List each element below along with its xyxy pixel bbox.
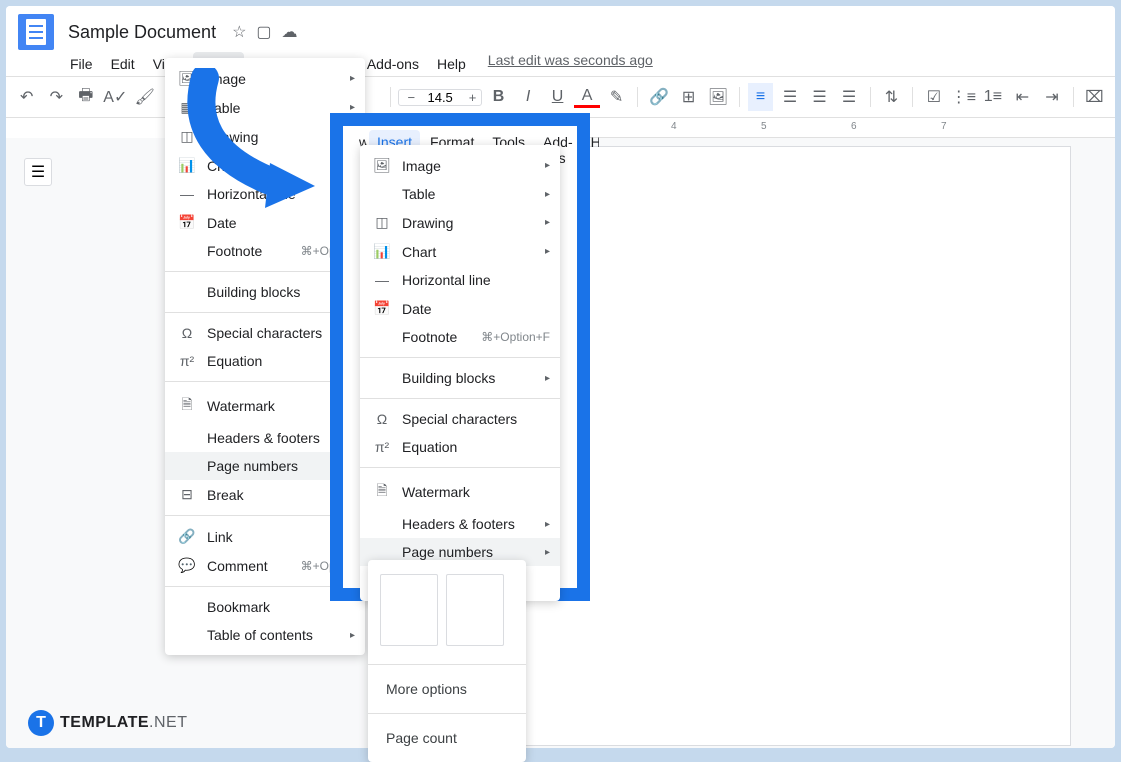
- underline-icon[interactable]: U: [545, 83, 571, 111]
- menu-file[interactable]: File: [62, 52, 101, 76]
- image-icon: 🖼: [372, 157, 392, 174]
- chevron-right-icon: ▸: [545, 217, 550, 228]
- checklist-icon[interactable]: ☑: [921, 83, 947, 111]
- print-icon[interactable]: 🖶: [73, 83, 99, 111]
- link-icon: 🔗: [177, 528, 197, 545]
- align-left-icon[interactable]: ≡: [748, 83, 774, 111]
- move-icon[interactable]: ▢: [256, 22, 271, 42]
- redo-icon[interactable]: ↷: [44, 83, 70, 111]
- page-numbers-submenu: More options Page count: [368, 560, 526, 762]
- font-decrease-icon[interactable]: −: [399, 90, 419, 105]
- insert-toc[interactable]: Table of contents▸: [165, 621, 365, 649]
- chevron-right-icon: ▸: [545, 189, 550, 200]
- chevron-right-icon: ▸: [545, 373, 550, 384]
- insert2-table[interactable]: Table▸: [360, 180, 560, 208]
- page-count[interactable]: Page count: [368, 720, 526, 756]
- watermark-icon: 🗎: [372, 480, 392, 504]
- insert2-image[interactable]: 🖼Image▸: [360, 151, 560, 180]
- image-icon[interactable]: 🖼: [705, 83, 731, 111]
- insert2-date[interactable]: 📅Date: [360, 294, 560, 323]
- insert2-headers[interactable]: Headers & footers▸: [360, 510, 560, 538]
- align-right-icon[interactable]: ☰: [807, 83, 833, 111]
- insert2-footnote[interactable]: Footnote⌘+Option+F: [360, 323, 560, 351]
- pi-icon: π²: [177, 353, 197, 369]
- omega-icon: Ω: [372, 411, 392, 427]
- more-options[interactable]: More options: [368, 671, 526, 707]
- bold-icon[interactable]: B: [486, 83, 512, 111]
- drawing-icon: ◫: [372, 214, 392, 231]
- chart-icon: 📊: [372, 243, 392, 260]
- align-justify-icon[interactable]: ☰: [836, 83, 862, 111]
- insert2-hline[interactable]: ―Horizontal line: [360, 266, 560, 294]
- insert2-drawing[interactable]: ◫Drawing▸: [360, 208, 560, 237]
- clear-format-icon[interactable]: ⌧: [1082, 83, 1108, 111]
- last-edit[interactable]: Last edit was seconds ago: [488, 52, 653, 76]
- insert2-blocks[interactable]: Building blocks▸: [360, 364, 560, 392]
- insert2-special[interactable]: ΩSpecial characters: [360, 405, 560, 433]
- font-increase-icon[interactable]: +: [461, 90, 481, 105]
- paint-format-icon[interactable]: 🖌: [132, 83, 158, 111]
- insert2-equation[interactable]: π²Equation: [360, 433, 560, 461]
- line-icon: ―: [372, 272, 392, 288]
- font-size-value[interactable]: 14.5: [419, 90, 460, 105]
- undo-icon[interactable]: ↶: [14, 83, 40, 111]
- omega-icon: Ω: [177, 325, 197, 341]
- docs-icon[interactable]: [18, 14, 54, 50]
- insert2-chart[interactable]: 📊Chart▸: [360, 237, 560, 266]
- break-icon: ⊟: [177, 486, 197, 503]
- font-size-control[interactable]: − 14.5 +: [398, 89, 481, 106]
- text-color-icon[interactable]: A: [574, 86, 600, 108]
- cloud-icon[interactable]: ☁: [282, 22, 298, 42]
- comment-icon[interactable]: ⊞: [676, 83, 702, 111]
- pi-icon: π²: [372, 439, 392, 455]
- number-list-icon[interactable]: 1≡: [980, 83, 1006, 111]
- italic-icon[interactable]: I: [515, 83, 541, 111]
- chevron-right-icon: ▸: [350, 630, 355, 641]
- indent-decrease-icon[interactable]: ⇤: [1010, 83, 1036, 111]
- outline-icon[interactable]: ☰: [24, 158, 52, 186]
- document-title[interactable]: Sample Document: [68, 22, 216, 43]
- chevron-right-icon: ▸: [545, 547, 550, 558]
- line-spacing-icon[interactable]: ⇅: [879, 83, 905, 111]
- brand-logo: T TEMPLATE.NET: [28, 710, 187, 736]
- menu-help[interactable]: Help: [429, 52, 474, 76]
- page-number-option-1[interactable]: [380, 574, 438, 646]
- chevron-right-icon: ▸: [545, 519, 550, 530]
- link-icon[interactable]: 🔗: [646, 83, 672, 111]
- comment-icon: 💬: [177, 557, 197, 574]
- chevron-right-icon: ▸: [545, 246, 550, 257]
- watermark-icon: 🗎: [177, 394, 197, 418]
- indent-increase-icon[interactable]: ⇥: [1039, 83, 1065, 111]
- bullet-list-icon[interactable]: ⋮≡: [951, 83, 977, 111]
- align-center-icon[interactable]: ☰: [777, 83, 803, 111]
- date-icon: 📅: [372, 300, 392, 317]
- insert-dropdown-overlay: 🖼Image▸ Table▸ ◫Drawing▸ 📊Chart▸ ―Horizo…: [360, 145, 560, 601]
- chevron-right-icon: ▸: [350, 73, 355, 84]
- insert2-watermark[interactable]: 🗎Watermark: [360, 474, 560, 510]
- date-icon: 📅: [177, 214, 197, 231]
- brand-icon: T: [28, 710, 54, 736]
- star-icon[interactable]: ☆: [232, 22, 246, 42]
- highlight-icon[interactable]: ✎: [604, 83, 630, 111]
- spellcheck-icon[interactable]: A✓: [103, 83, 129, 111]
- arrow-annotation: [175, 68, 325, 208]
- menu-edit[interactable]: Edit: [103, 52, 143, 76]
- chevron-right-icon: ▸: [350, 102, 355, 113]
- chevron-right-icon: ▸: [545, 160, 550, 171]
- menu-addons[interactable]: Add-ons: [359, 52, 427, 76]
- page-number-option-2[interactable]: [446, 574, 504, 646]
